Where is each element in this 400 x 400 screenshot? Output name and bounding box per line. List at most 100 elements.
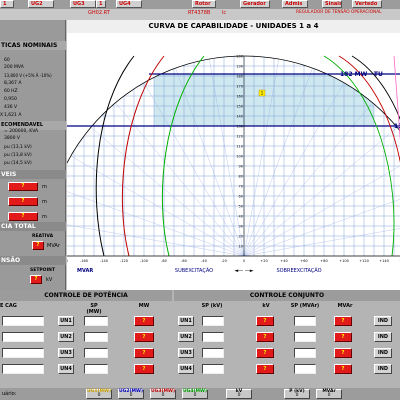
unit-button[interactable]: UN1 xyxy=(178,316,194,326)
cag-field[interactable] xyxy=(2,316,44,326)
top-tab[interactable]: Admis xyxy=(282,0,308,8)
y-tick-label: 140 xyxy=(236,115,243,119)
cag-label: E CAG xyxy=(0,303,17,309)
sp-mw-input[interactable] xyxy=(84,364,108,374)
sp-mvar-input[interactable] xyxy=(294,364,316,374)
top-tab[interactable]: 1 xyxy=(0,0,14,8)
sp-mw-input[interactable] xyxy=(84,348,108,358)
nominal-value: 13,800 V (+5% À -10%) xyxy=(4,73,52,78)
unit-button[interactable]: UN2 xyxy=(178,332,194,342)
reativa-unit: MVAr xyxy=(47,243,60,249)
grid-line-radial xyxy=(90,127,245,256)
sp-mw-input[interactable] xyxy=(84,316,108,326)
nominal-value: 436 V xyxy=(4,105,18,110)
capability-chart: 1020304050607080901001101201301401501601… xyxy=(67,55,400,274)
trend-button[interactable]: UG1(MW) 0 xyxy=(86,389,112,399)
sp-mw-input[interactable] xyxy=(84,332,108,342)
cag-field[interactable] xyxy=(2,348,44,358)
status-text-gh02: GH02.RT xyxy=(88,10,110,16)
kv-value: ? xyxy=(256,364,274,374)
ind-button[interactable]: IND xyxy=(374,364,392,374)
trend-button[interactable]: MVAr 0 xyxy=(316,389,342,399)
setpoint-value[interactable]: ? xyxy=(30,275,42,284)
x-tick-label: +100 xyxy=(339,259,349,263)
trend-button[interactable]: kV 0 xyxy=(226,389,252,399)
mvar-value: ? xyxy=(334,332,352,342)
mvar-value: ? xyxy=(334,348,352,358)
level-value: ? xyxy=(8,212,38,221)
mw-value: ? xyxy=(134,316,154,326)
top-tab[interactable]: Vertedo xyxy=(352,0,382,8)
kv-value: ? xyxy=(256,332,274,342)
col-sp-mw: SP (MW) xyxy=(86,303,102,315)
y-tick-label: 50 xyxy=(239,205,243,209)
top-tab[interactable]: Rotor xyxy=(192,0,216,8)
y-tick-label: 130 xyxy=(236,125,243,129)
x-mark: X xyxy=(0,113,4,118)
sp-kv-input[interactable] xyxy=(202,316,224,326)
reativa-value: ? xyxy=(32,241,44,250)
sp-kv-input[interactable] xyxy=(202,364,224,374)
recommended-value: pu (14,5 kV) xyxy=(4,161,32,166)
grid-line-radial xyxy=(67,187,245,256)
level-value: ? xyxy=(8,182,38,191)
cag-field[interactable] xyxy=(2,332,44,342)
ind-button[interactable]: IND xyxy=(374,332,392,342)
setpoint-label: SETPOINT xyxy=(30,268,56,273)
reativa-label: REATIVA xyxy=(32,234,54,239)
y-tick-label: 170 xyxy=(236,85,243,89)
unit-button[interactable]: UN4 xyxy=(58,364,74,374)
top-tab[interactable]: UG3 xyxy=(70,0,96,8)
trend-button[interactable]: UG3(MW) 0 xyxy=(150,389,176,399)
operating-point-label: 1 xyxy=(261,91,264,96)
capability-chart-panel: CURVA DE CAPABILIDADE - UNIDADES 1 a 4 1… xyxy=(67,20,400,290)
x-tick-label: 0 xyxy=(243,259,245,263)
label-subexcitacao: SUBEXCITAÇÃO xyxy=(175,267,213,274)
top-tab[interactable]: UG4 xyxy=(116,0,142,8)
mvar-value: ? xyxy=(334,364,352,374)
top-tab[interactable]: 1 xyxy=(96,0,106,8)
nominal-value: 1,621 A xyxy=(4,113,22,118)
y-tick-label: 160 xyxy=(236,95,243,99)
unit-button[interactable]: UN3 xyxy=(178,348,194,358)
col-kv: kV xyxy=(262,303,270,309)
nominal-value: 8,367 A xyxy=(4,81,22,86)
left-panel: TICAS NOMINAIS 60 200 MVA 13,800 V (+5% … xyxy=(0,20,66,290)
unit-button[interactable]: UN2 xyxy=(58,332,74,342)
ind-button[interactable]: IND xyxy=(374,348,392,358)
unit-button[interactable]: UN4 xyxy=(178,364,194,374)
grid-line-radial xyxy=(243,127,398,256)
trend-button-value: 0 xyxy=(97,393,101,398)
nominal-value: 60 xyxy=(4,58,10,63)
controle-conjunto-title: CONTROLE CONJUNTO xyxy=(174,290,400,301)
top-tab[interactable]: Gerador xyxy=(240,0,270,8)
unit-button[interactable]: UN1 xyxy=(58,316,74,326)
x-tick-label: -180 xyxy=(67,259,68,263)
x-tick-label: -60 xyxy=(181,259,187,263)
trend-button[interactable]: UG4(MW) 0 xyxy=(182,389,208,399)
setpoint-unit: kV xyxy=(46,277,53,283)
x-tick-label: -140 xyxy=(100,259,108,263)
trend-button[interactable]: UG2(MW) 0 xyxy=(118,389,144,399)
level-unit: m xyxy=(42,199,47,205)
y-tick-label: 120 xyxy=(236,135,243,139)
nominal-value: 60 HZ xyxy=(4,89,18,94)
sp-mvar-input[interactable] xyxy=(294,332,316,342)
cag-field[interactable] xyxy=(2,364,44,374)
level-value: ? xyxy=(8,197,38,206)
sp-kv-input[interactable] xyxy=(202,348,224,358)
top-tab[interactable]: UG2 xyxy=(28,0,54,8)
y-tick-label: 90 xyxy=(239,165,243,169)
x-tick-label: -120 xyxy=(120,259,128,263)
trend-button[interactable]: P (kV) 0 xyxy=(284,389,310,399)
unit-button[interactable]: UN3 xyxy=(58,348,74,358)
status-text-regulator: REGULADOR DE TENSÃO OPERACIONAL xyxy=(296,10,382,15)
x-tick-label: -20 xyxy=(221,259,227,263)
ind-button[interactable]: IND xyxy=(374,316,392,326)
sp-kv-input[interactable] xyxy=(202,332,224,342)
sp-mvar-input[interactable] xyxy=(294,348,316,358)
x-tick-label: +140 xyxy=(379,259,389,263)
top-tab[interactable]: Sinais xyxy=(322,0,342,8)
x-tick-label: -80 xyxy=(161,259,167,263)
sp-mvar-input[interactable] xyxy=(294,316,316,326)
